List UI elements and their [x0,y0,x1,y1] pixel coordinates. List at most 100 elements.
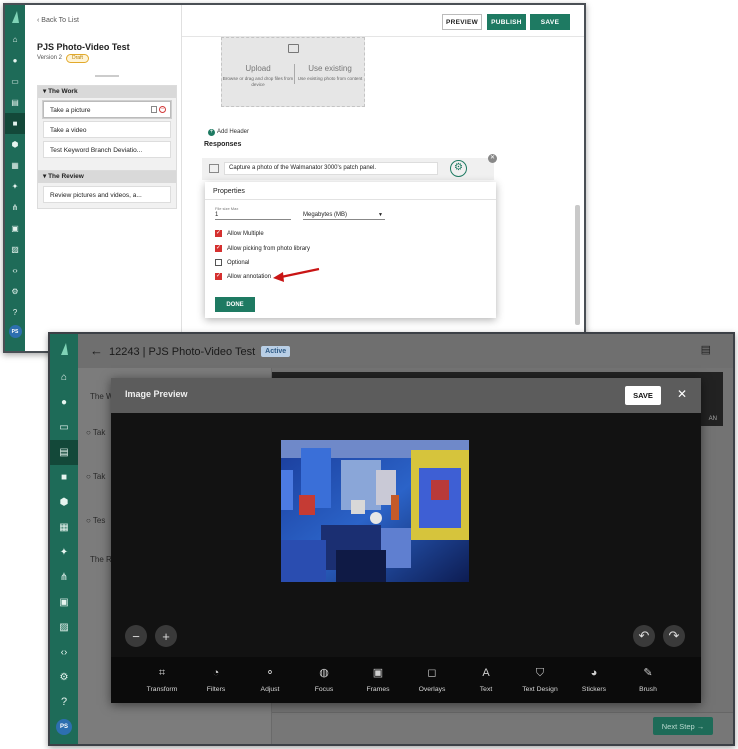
clipboard-icon[interactable]: ▤ [701,343,711,356]
code-icon[interactable]: ‹› [50,640,78,665]
document-icon[interactable]: ▤ [5,92,25,113]
step-label: Review pictures and videos, a... [50,192,142,199]
tool-frames[interactable]: ▣ Frames [351,665,405,693]
tool-overlays[interactable]: ◻ Overlays [405,665,459,693]
image-placeholder-icon [288,44,299,53]
procedures-icon[interactable]: ■ [5,113,25,134]
tool-text[interactable]: A Text [459,665,513,693]
step-item[interactable]: Review pictures and videos, a... [43,186,171,203]
zoom-in-button[interactable]: + [155,625,177,647]
image-canvas[interactable]: − + ↶ ↷ [111,413,701,657]
id-card-icon[interactable]: ▣ [50,590,78,615]
help-icon[interactable]: ? [5,302,25,323]
home-icon[interactable]: ⌂ [50,365,78,390]
response-prompt-input[interactable]: Capture a photo of the Walmanator 3000's… [224,162,438,175]
document-icon[interactable]: ▤ [50,440,78,465]
step-item[interactable]: Take a picture − [43,101,171,118]
cube-icon[interactable]: ⬢ [5,134,25,155]
tool-filters[interactable]: ◔ Filters [189,665,243,693]
preview-photo[interactable] [281,440,469,582]
back-to-list-link[interactable]: ‹ Back To List [37,17,79,24]
file-size-unit-select[interactable]: Megabytes (MB) ▼ [303,212,385,220]
optional-checkbox[interactable]: Optional [215,259,249,266]
step-label: Test Keyword Branch Deviatio... [50,147,143,154]
message-icon[interactable]: ▭ [5,71,25,92]
avatar[interactable]: PS [8,325,22,338]
filters-icon: ◔ [212,667,220,679]
allow-multiple-checkbox[interactable]: ✓ Allow Multiple [215,230,264,237]
target-icon[interactable]: ✦ [5,176,25,197]
drag-handle[interactable] [95,75,119,77]
zoom-out-button[interactable]: − [125,625,147,647]
project-title: PJS Photo-Video Test [37,42,130,52]
step-item[interactable]: Test Keyword Branch Deviatio... [43,141,171,158]
media-drop-zone[interactable]: Upload Browse or drag and drop files fro… [221,37,365,107]
avatar[interactable]: PS [56,719,72,735]
bookmark-icon: ⛉ [535,667,545,679]
cube-icon[interactable]: ⬢ [50,490,78,515]
tool-label: Brush [639,686,657,693]
section-header[interactable]: ▾ The Work [38,86,176,98]
save-button[interactable]: SAVE [530,14,570,30]
preview-header: ← 12243 | PJS Photo-Video Test Active ▤ [78,334,733,368]
procedures-icon[interactable]: ■ [50,465,78,490]
allow-annotation-checkbox[interactable]: ✓ Allow annotation [215,273,271,280]
adjust-icon: ⚬ [265,667,275,679]
gear-icon[interactable]: ⚙ [450,160,467,177]
chat-bubbles-icon[interactable]: ● [50,390,78,415]
properties-popover: Properties File size Max 1 Megabytes (MB… [205,182,496,318]
modal-title: Image Preview [125,389,188,399]
image-icon[interactable]: ▨ [5,239,25,260]
help-icon[interactable]: ? [50,690,78,715]
step-label: Take a picture [50,107,91,114]
scrollbar[interactable] [575,205,580,325]
upload-option[interactable]: Upload Browse or drag and drop files fro… [222,64,294,87]
home-icon[interactable]: ⌂ [5,29,25,50]
publish-button[interactable]: PUBLISH [487,14,526,30]
tool-stickers[interactable]: ◕ Stickers [567,665,621,693]
back-arrow-icon[interactable]: ← [90,343,103,358]
done-button[interactable]: DONE [215,297,255,312]
file-size-input[interactable]: 1 [215,212,291,220]
tool-label: Transform [146,686,178,693]
allow-photo-library-checkbox[interactable]: ✓ Allow picking from photo library [215,245,310,252]
id-card-icon[interactable]: ▣ [5,218,25,239]
footer-bar: Next Step → [272,712,733,744]
remove-icon[interactable]: − [159,106,166,113]
duplicate-icon[interactable] [151,106,157,113]
section-header[interactable]: ▾ The Review [38,171,176,183]
target-icon[interactable]: ✦ [50,540,78,565]
code-icon[interactable]: ‹› [5,260,25,281]
modal-save-button[interactable]: SAVE [625,386,661,405]
tool-adjust[interactable]: ⚬ Adjust [243,665,297,693]
use-existing-option[interactable]: Use existing Use existing photo from con… [294,64,366,82]
grid-icon[interactable]: ▦ [5,155,25,176]
hierarchy-icon[interactable]: ⋔ [50,565,78,590]
chat-bubbles-icon[interactable]: ● [5,50,25,71]
hierarchy-icon[interactable]: ⋔ [5,197,25,218]
message-icon[interactable]: ▭ [50,415,78,440]
use-existing-title: Use existing [308,64,352,73]
tool-focus[interactable]: ◍ Focus [297,665,351,693]
close-icon[interactable]: ✕ [488,154,497,163]
image-icon[interactable]: ▨ [50,615,78,640]
add-header-button[interactable]: + Add Header [208,129,249,136]
properties-title: Properties [205,182,496,200]
tool-brush[interactable]: ✎ Brush [621,665,675,693]
step-item[interactable]: Take a video [43,121,171,138]
tool-text-design[interactable]: ⛉ Text Design [513,665,567,693]
section-the-review: ▾ The Review Review pictures and videos,… [37,170,177,209]
text-icon: A [482,667,490,679]
undo-button[interactable]: ↶ [633,625,655,647]
chevron-down-icon: ▼ [378,212,383,218]
close-icon[interactable]: ✕ [677,387,687,401]
next-step-button[interactable]: Next Step → [653,717,713,735]
upload-desc: Browse or drag and drop files from devic… [222,76,294,87]
step-list-panel: ‹ Back To List PJS Photo-Video Test Vers… [25,5,182,351]
grid-icon[interactable]: ▦ [50,515,78,540]
settings-icon[interactable]: ⚙ [50,665,78,690]
preview-button[interactable]: PREVIEW [442,14,482,30]
settings-icon[interactable]: ⚙ [5,281,25,302]
redo-button[interactable]: ↷ [663,625,685,647]
tool-transform[interactable]: ⌗ Transform [135,665,189,693]
